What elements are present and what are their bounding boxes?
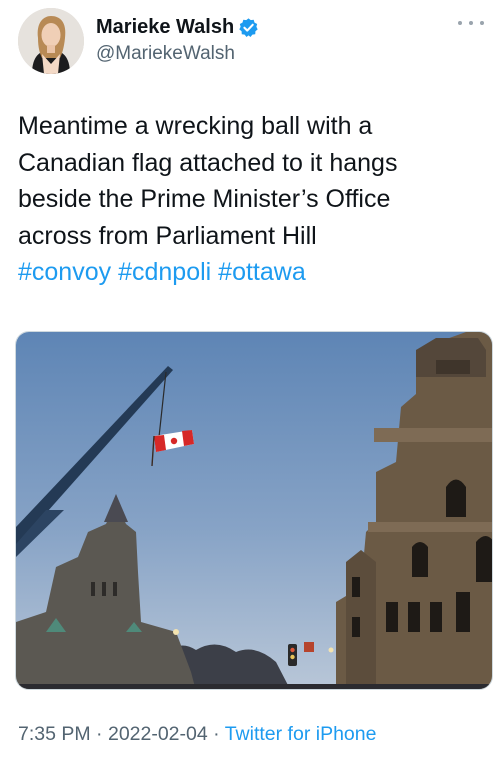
meta-separator: · [96,723,103,745]
author-names: Marieke Walsh @MariekeWalsh [96,16,259,65]
tweet-text-line: beside the Prime Minister’s Office [18,185,391,213]
more-options-icon[interactable] [458,18,484,28]
tweet-text-line: Canadian flag attached to it hangs [18,148,398,177]
avatar[interactable] [18,8,84,74]
tweet-time[interactable]: 7:35 PM [18,723,91,745]
tweet-meta: 7:35 PM · 2022-02-04 · Twitter for iPhon… [18,723,376,746]
tweet-date[interactable]: 2022-02-04 [108,723,208,745]
tweet-text-line: Meantime a wrecking ball with a [18,112,373,140]
verified-badge-icon [238,17,259,38]
hashtag-link[interactable]: #ottawa [218,258,306,286]
handle[interactable]: @MariekeWalsh [96,43,259,65]
meta-separator: · [213,723,220,745]
hashtag-link[interactable]: #cdnpoli [118,258,211,286]
tweet-photo[interactable] [15,331,493,690]
hashtags-line: #convoy #cdnpoli #ottawa [18,254,488,291]
tweet-text: Meantime a wrecking ball with a Canadian… [18,108,488,291]
hashtag-link[interactable]: #convoy [18,258,111,286]
tweet-source-link[interactable]: Twitter for iPhone [225,723,377,745]
tweet: Marieke Walsh @MariekeWalsh Meantime a w… [0,0,500,758]
display-name-row: Marieke Walsh [96,16,259,39]
display-name[interactable]: Marieke Walsh [96,16,234,39]
tweet-header: Marieke Walsh @MariekeWalsh [18,8,488,80]
tweet-text-line: across from Parliament Hill [18,221,317,250]
